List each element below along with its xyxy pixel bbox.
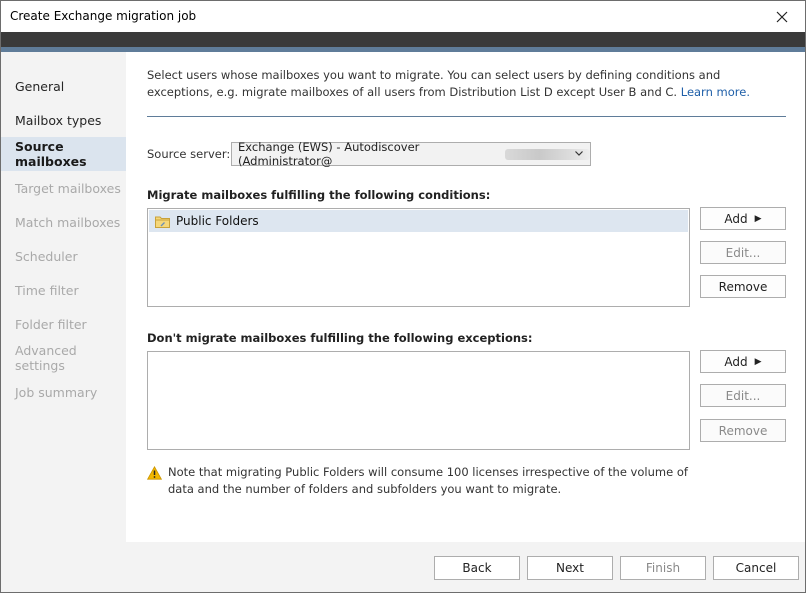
wizard-footer: Back Next Finish Cancel [126,542,805,592]
list-item[interactable]: Public Folders [149,210,688,232]
sidebar-item-job-summary: Job summary [15,384,98,400]
source-server-value: Exchange (EWS) - Autodiscover (Administr… [238,140,420,168]
add-button-label: Add [724,211,748,226]
exceptions-edit-button[interactable]: Edit... [700,384,786,407]
back-button[interactable]: Back [434,556,520,580]
main-panel: Select users whose mailboxes you want to… [126,52,805,542]
sidebar-item-folder-filter: Folder filter [15,316,87,332]
learn-more-link[interactable]: Learn more. [681,85,750,99]
conditions-remove-button[interactable]: Remove [700,275,786,298]
exceptions-remove-button[interactable]: Remove [700,419,786,442]
intro-description: Select users whose mailboxes you want to… [147,68,721,99]
wizard-sidebar: General Mailbox types Source mailboxes T… [1,52,126,592]
conditions-list[interactable]: Public Folders [147,208,690,307]
finish-button[interactable]: Finish [620,556,706,580]
window-title: Create Exchange migration job [10,9,197,23]
dialog-window: Create Exchange migration job General Ma… [0,0,806,593]
close-button[interactable] [759,1,805,32]
sidebar-item-time-filter: Time filter [15,282,79,298]
arrow-right-icon: ▶ [754,213,762,224]
arrow-right-icon: ▶ [754,356,762,367]
intro-text: Select users whose mailboxes you want to… [147,67,787,101]
intro-divider [147,116,786,117]
sidebar-item-source-mailboxes[interactable]: Source mailboxes [1,137,126,171]
sidebar-item-target-mailboxes: Target mailboxes [15,180,121,196]
list-item-label: Public Folders [176,214,259,228]
sidebar-item-advanced-settings: Advanced settings [15,343,77,373]
sidebar-item-mailbox-types[interactable]: Mailbox types [1,103,126,137]
sidebar-item-match-mailboxes: Match mailboxes [15,214,121,230]
next-button[interactable]: Next [527,556,613,580]
warning-icon [147,466,162,480]
sidebar-item-scheduler: Scheduler [15,248,78,264]
sidebar-item-general[interactable]: General [1,69,126,103]
license-note-text: Note that migrating Public Folders will … [168,465,688,496]
chevron-down-icon [575,151,583,156]
header-banner [1,32,805,47]
conditions-add-button[interactable]: Add ▶ [700,207,786,230]
source-server-select[interactable]: Exchange (EWS) - Autodiscover (Administr… [231,140,591,168]
exceptions-heading: Don't migrate mailboxes fulfilling the f… [147,331,533,345]
source-server-label: Source server: [147,147,231,161]
title-bar: Create Exchange migration job [1,1,805,32]
exceptions-list[interactable] [147,351,690,450]
exceptions-add-button[interactable]: Add ▶ [700,350,786,373]
close-icon [776,11,788,22]
folder-icon [155,216,170,228]
conditions-edit-button[interactable]: Edit... [700,241,786,264]
conditions-heading: Migrate mailboxes fulfilling the followi… [147,188,491,202]
add-button-label: Add [724,354,748,369]
cancel-button[interactable]: Cancel [713,556,799,580]
